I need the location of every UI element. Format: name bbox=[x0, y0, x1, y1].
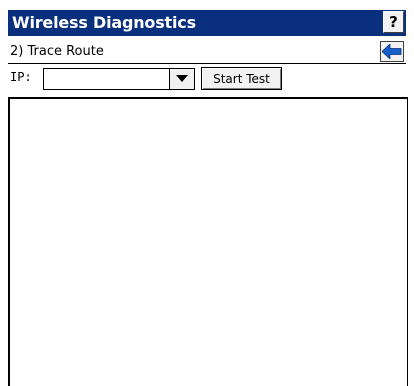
ip-combobox[interactable] bbox=[43, 68, 195, 90]
section-title: 2) Trace Route bbox=[10, 44, 104, 59]
back-button[interactable] bbox=[380, 41, 404, 62]
ip-dropdown-button[interactable] bbox=[169, 69, 194, 89]
trace-output-area[interactable] bbox=[8, 97, 408, 386]
start-test-button[interactable]: Start Test bbox=[201, 67, 282, 90]
title-bar: Wireless Diagnostics ? bbox=[8, 10, 406, 36]
subheader-divider bbox=[8, 63, 406, 64]
ip-input[interactable] bbox=[44, 69, 168, 89]
app-window: Wireless Diagnostics ? 2) Trace Route IP… bbox=[0, 0, 414, 386]
help-button[interactable]: ? bbox=[383, 11, 404, 33]
app-title: Wireless Diagnostics bbox=[12, 13, 196, 32]
subheader-bar: 2) Trace Route bbox=[8, 41, 406, 63]
chevron-down-icon bbox=[176, 75, 188, 82]
arrow-left-icon bbox=[382, 44, 402, 59]
ip-label: IP: bbox=[10, 70, 32, 84]
